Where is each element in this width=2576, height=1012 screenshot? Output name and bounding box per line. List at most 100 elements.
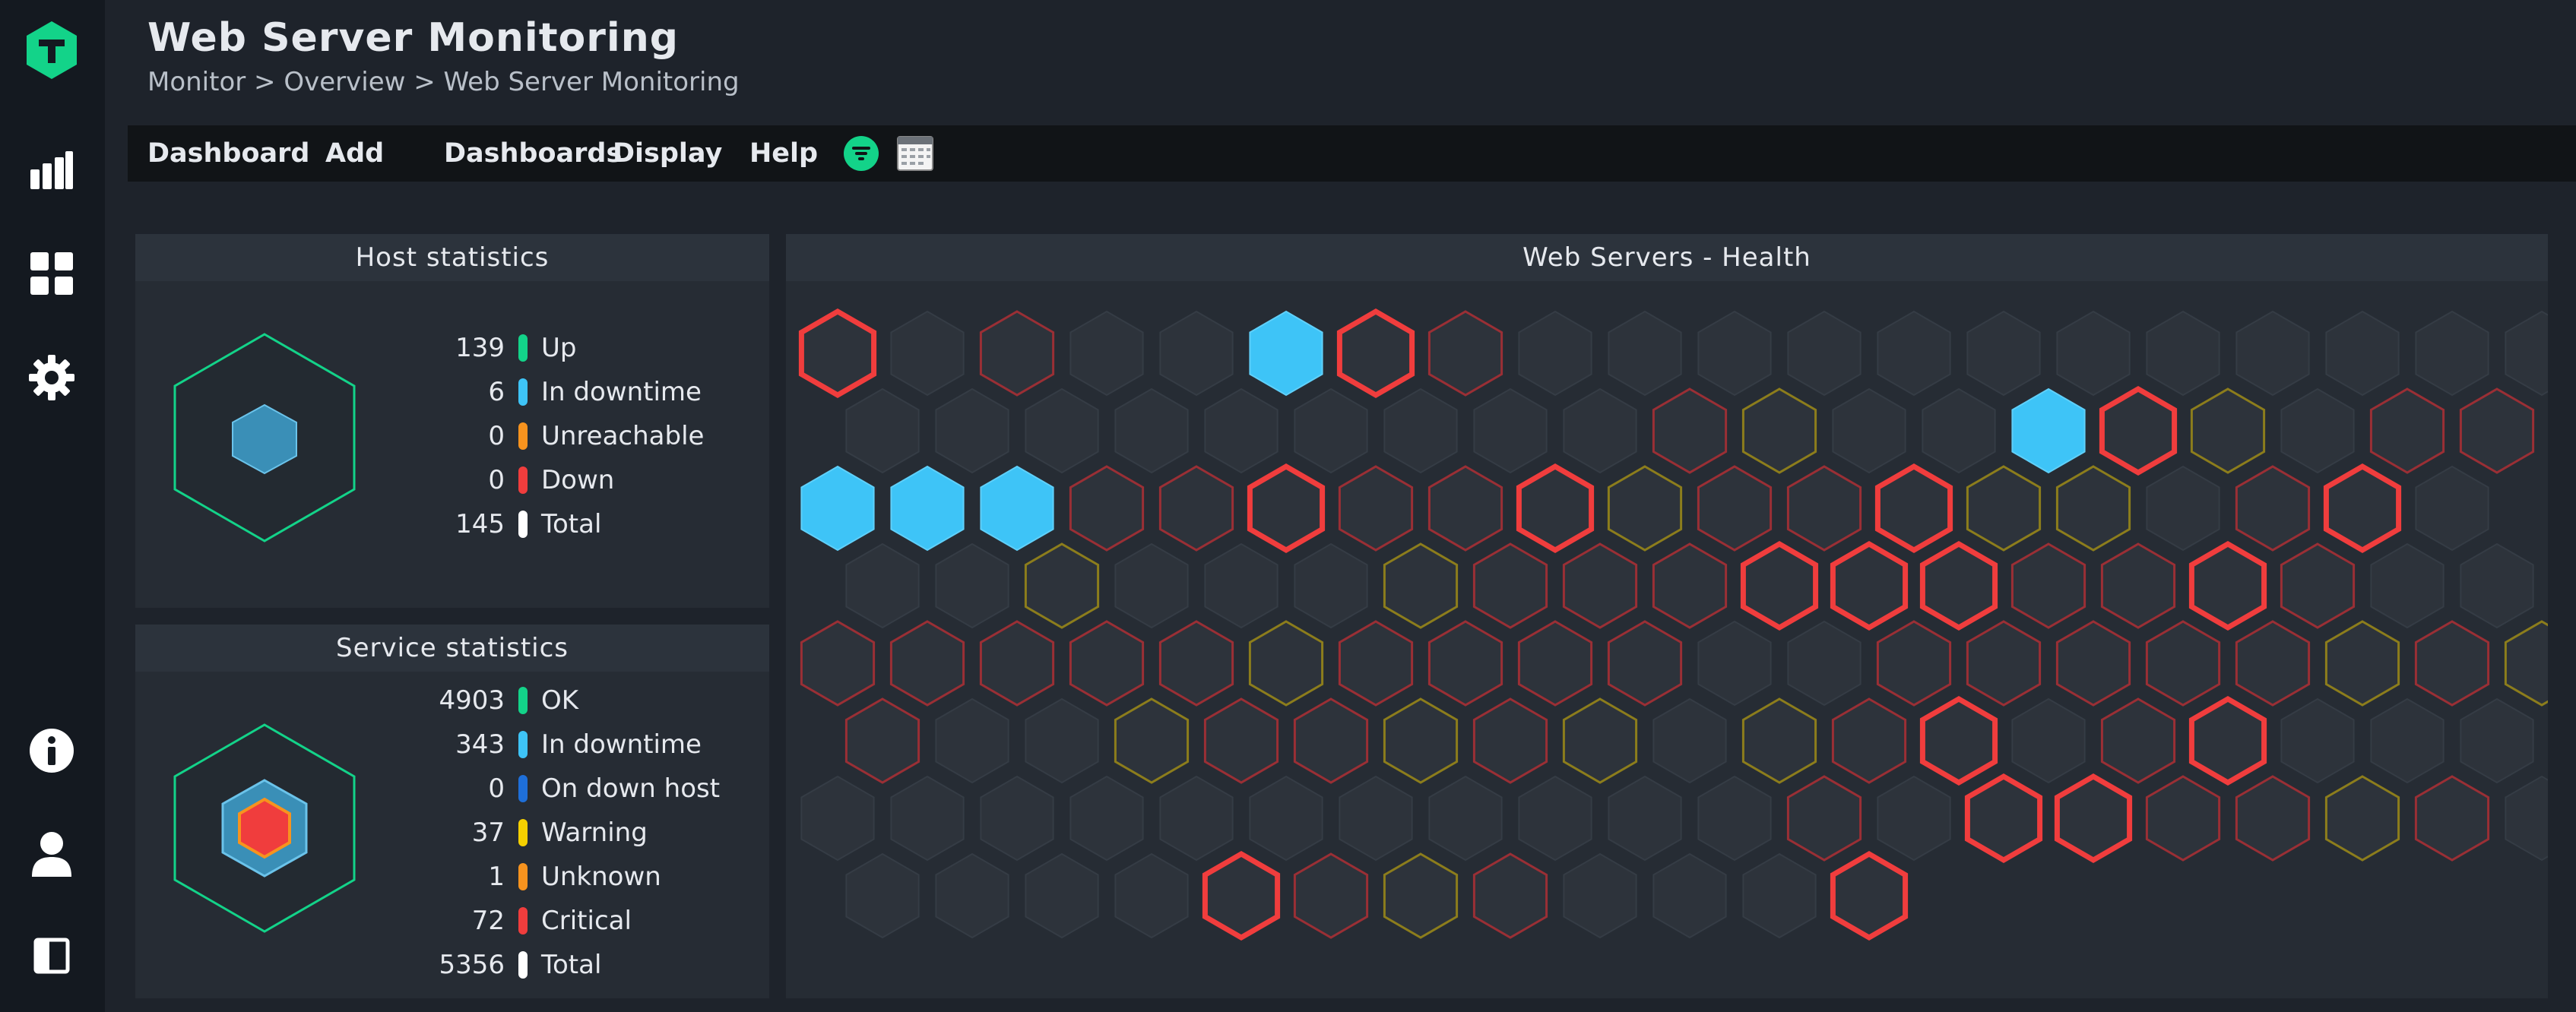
- host-hexagon-ok[interactable]: [1652, 852, 1727, 939]
- host-hexagon-warning-outline[interactable]: [2504, 620, 2548, 707]
- host-hexagon-critical[interactable]: [2054, 773, 2133, 864]
- host-hexagon-ok[interactable]: [1204, 387, 1278, 474]
- host-hexagon-ok[interactable]: [2146, 465, 2220, 552]
- host-hexagon-ok[interactable]: [1608, 775, 1682, 862]
- host-hexagon-in-downtime[interactable]: [800, 465, 875, 552]
- stat-row[interactable]: 37 Warning: [135, 811, 769, 854]
- stat-row[interactable]: 4903 OK: [135, 679, 769, 722]
- host-hexagon-warning-outline[interactable]: [1383, 542, 1459, 629]
- host-hexagon-ok[interactable]: [980, 775, 1054, 862]
- menu-item-dashboard[interactable]: Dashboard: [147, 125, 309, 182]
- host-hexagon-ok[interactable]: [935, 697, 1009, 784]
- host-hexagon-critical-outline[interactable]: [1472, 697, 1548, 784]
- host-hexagon-ok[interactable]: [1159, 775, 1234, 862]
- host-hexagon-critical-outline[interactable]: [2235, 775, 2311, 862]
- menu-item-add[interactable]: Add: [325, 125, 384, 182]
- breadcrumb[interactable]: Monitor > Overview > Web Server Monitori…: [147, 67, 740, 97]
- host-hexagon-critical-outline[interactable]: [1158, 465, 1234, 552]
- host-hexagon-critical[interactable]: [2188, 540, 2267, 631]
- host-hexagon-warning-outline[interactable]: [1024, 542, 1100, 629]
- host-hexagon-critical-outline[interactable]: [1427, 620, 1503, 707]
- host-hexagon-critical[interactable]: [1202, 850, 1281, 941]
- host-hexagon-in-downtime[interactable]: [890, 465, 965, 552]
- host-hexagon-ok[interactable]: [1787, 620, 1862, 707]
- host-hexagon-ok[interactable]: [1877, 775, 1951, 862]
- stat-row[interactable]: 145 Total: [135, 503, 769, 546]
- host-hexagon-ok[interactable]: [1518, 310, 1592, 397]
- monitor-chart-icon[interactable]: [26, 144, 78, 196]
- host-hexagon-critical-outline[interactable]: [800, 620, 876, 707]
- host-hexagon-critical-outline[interactable]: [1203, 697, 1279, 784]
- stat-row[interactable]: 0 Unreachable: [135, 415, 769, 457]
- host-hexagon-critical-outline[interactable]: [2235, 465, 2311, 552]
- host-hexagon-critical-outline[interactable]: [1338, 620, 1414, 707]
- menu-item-help[interactable]: Help: [749, 125, 818, 182]
- host-hexagon-ok[interactable]: [1025, 697, 1099, 784]
- host-hexagon-ok[interactable]: [1204, 542, 1278, 629]
- host-hexagon-ok[interactable]: [2325, 310, 2400, 397]
- host-hexagon-ok[interactable]: [1697, 620, 1772, 707]
- host-hexagon-critical[interactable]: [1964, 773, 2043, 864]
- host-hexagon-critical[interactable]: [798, 308, 877, 399]
- host-hexagon-critical[interactable]: [1874, 463, 1953, 554]
- host-hexagon-ok[interactable]: [1159, 310, 1234, 397]
- host-hexagon-ok[interactable]: [2460, 542, 2534, 629]
- host-hexagon-critical-outline[interactable]: [2145, 775, 2221, 862]
- host-hexagon-ok[interactable]: [1294, 542, 1368, 629]
- host-hexagon-ok[interactable]: [935, 542, 1009, 629]
- host-hexagon-ok[interactable]: [800, 775, 875, 862]
- filter-icon[interactable]: [844, 136, 879, 171]
- host-hexagon-ok[interactable]: [2370, 542, 2445, 629]
- host-hexagon-critical-outline[interactable]: [1652, 542, 1728, 629]
- host-hexagon-ok[interactable]: [1742, 852, 1817, 939]
- host-hexagon-ok[interactable]: [2280, 697, 2355, 784]
- host-hexagon-critical[interactable]: [1919, 540, 1998, 631]
- stat-row[interactable]: 6 In downtime: [135, 371, 769, 413]
- host-hexagon-critical-outline[interactable]: [1069, 620, 1145, 707]
- host-hexagon-in-downtime[interactable]: [2011, 387, 2086, 474]
- host-hexagon-ok[interactable]: [2146, 310, 2220, 397]
- host-hexagon-ok[interactable]: [2235, 310, 2310, 397]
- host-hexagon-critical-outline[interactable]: [2010, 542, 2086, 629]
- host-hexagon-critical-outline[interactable]: [1652, 387, 1728, 474]
- host-hexagon-warning-outline[interactable]: [2324, 775, 2400, 862]
- host-hexagon-ok[interactable]: [1249, 775, 1323, 862]
- host-hexagon-critical[interactable]: [1740, 540, 1819, 631]
- host-hexagon-warning-outline[interactable]: [1248, 620, 1324, 707]
- host-hexagon-critical-outline[interactable]: [2369, 387, 2445, 474]
- host-hexagon-ok[interactable]: [2505, 775, 2548, 862]
- host-hexagon-ok[interactable]: [1563, 387, 1637, 474]
- host-hexagon-critical[interactable]: [1336, 308, 1415, 399]
- host-hexagon-ok[interactable]: [890, 310, 965, 397]
- host-hexagon-critical-outline[interactable]: [2055, 620, 2131, 707]
- host-hexagon-ok[interactable]: [1069, 310, 1144, 397]
- host-hexagon-critical-outline[interactable]: [2100, 697, 2176, 784]
- host-hexagon-warning-outline[interactable]: [1607, 465, 1683, 552]
- host-hexagon-critical-outline[interactable]: [2459, 387, 2535, 474]
- host-hexagon-ok[interactable]: [845, 852, 920, 939]
- host-hexagon-critical[interactable]: [2188, 695, 2267, 786]
- host-hexagon-warning-outline[interactable]: [2324, 620, 2400, 707]
- host-hexagon-critical-outline[interactable]: [1876, 620, 1952, 707]
- dashboard-grid-icon[interactable]: [26, 248, 78, 299]
- host-hexagon-ok[interactable]: [1697, 310, 1772, 397]
- host-hexagon-warning-outline[interactable]: [1383, 697, 1459, 784]
- stat-row[interactable]: 0 Down: [135, 459, 769, 501]
- host-hexagon-critical-outline[interactable]: [1517, 620, 1593, 707]
- host-hexagon-ok[interactable]: [1294, 387, 1368, 474]
- host-hexagon-critical-outline[interactable]: [1427, 310, 1503, 397]
- host-hexagon-critical-outline[interactable]: [2235, 620, 2311, 707]
- host-hexagon-critical-outline[interactable]: [979, 310, 1055, 397]
- host-hexagon-critical-outline[interactable]: [1069, 465, 1145, 552]
- host-hexagon-critical-outline[interactable]: [1338, 465, 1414, 552]
- host-hexagon-ok[interactable]: [1473, 387, 1548, 474]
- host-hexagon-ok[interactable]: [1518, 775, 1592, 862]
- host-hexagon-critical-outline[interactable]: [1607, 620, 1683, 707]
- host-hexagon-ok[interactable]: [1114, 542, 1189, 629]
- host-hexagon-warning-outline[interactable]: [2055, 465, 2131, 552]
- host-hexagon-critical[interactable]: [1516, 463, 1595, 554]
- host-hexagon-ok[interactable]: [845, 387, 920, 474]
- host-hexagon-critical-outline[interactable]: [2414, 620, 2490, 707]
- host-hexagon-warning-outline[interactable]: [1741, 387, 1817, 474]
- host-hexagon-ok[interactable]: [1114, 387, 1189, 474]
